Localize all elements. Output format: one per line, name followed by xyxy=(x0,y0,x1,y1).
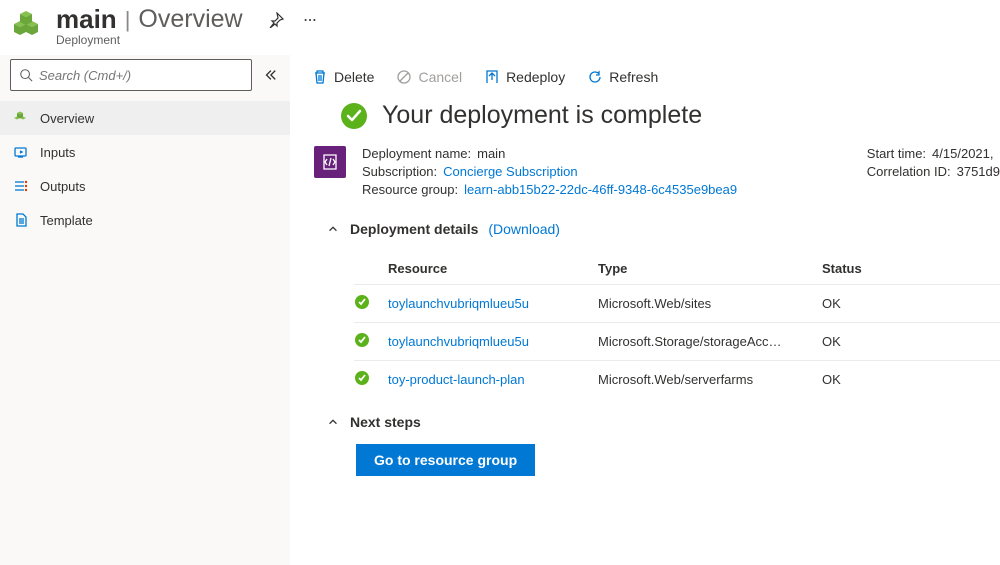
title-separator: | xyxy=(125,7,131,33)
page-subtitle: Deployment xyxy=(56,33,992,47)
sidebar-item-label: Outputs xyxy=(40,179,86,194)
success-check-icon xyxy=(340,102,368,130)
go-to-resource-group-button[interactable]: Go to resource group xyxy=(356,444,535,476)
refresh-button[interactable]: Refresh xyxy=(587,69,658,85)
collapse-sidebar-button[interactable] xyxy=(256,61,284,89)
template-icon xyxy=(12,211,30,229)
resource-link[interactable]: toylaunchvubriqmlueu5u xyxy=(388,296,598,311)
outputs-icon xyxy=(12,177,30,195)
page-title-main: main xyxy=(56,4,117,35)
resource-status: OK xyxy=(822,372,1000,387)
status-message: Your deployment is complete xyxy=(382,101,702,130)
sidebar-item-label: Template xyxy=(40,213,93,228)
cubes-icon xyxy=(12,109,30,127)
trash-icon xyxy=(312,69,328,85)
column-type: Type xyxy=(598,261,822,276)
correlation-label: Correlation ID: xyxy=(867,164,951,179)
deployment-meta: Deployment name: main Subscription: Conc… xyxy=(312,140,1000,215)
sidebar-item-inputs[interactable]: Inputs xyxy=(0,135,290,169)
page-title-block: main | Overview Deployment xyxy=(56,4,992,47)
collapse-toggle[interactable] xyxy=(326,415,340,429)
main-content: Delete Cancel Redeploy xyxy=(290,55,1000,565)
more-button[interactable] xyxy=(301,11,319,29)
starttime-value: 4/15/2021, xyxy=(932,146,993,161)
resource-status: OK xyxy=(822,296,1000,311)
arm-template-icon xyxy=(314,146,346,178)
resource-link[interactable]: toy-product-launch-plan xyxy=(388,372,598,387)
section-title: Deployment details xyxy=(350,221,478,237)
subscription-link[interactable]: Concierge Subscription xyxy=(443,164,577,179)
section-title: Next steps xyxy=(350,414,421,430)
command-bar: Delete Cancel Redeploy xyxy=(312,59,1000,101)
pin-button[interactable] xyxy=(267,11,285,29)
success-check-icon xyxy=(354,336,370,351)
sidebar-item-outputs[interactable]: Outputs xyxy=(0,169,290,203)
correlation-value: 3751d9 xyxy=(957,164,1000,179)
search-icon xyxy=(19,68,33,82)
resource-link[interactable]: toylaunchvubriqmlueu5u xyxy=(388,334,598,349)
delete-button[interactable]: Delete xyxy=(312,69,374,85)
cancel-icon xyxy=(396,69,412,85)
download-link[interactable]: (Download) xyxy=(488,221,560,237)
page-header: main | Overview Deployment xyxy=(0,0,1000,55)
deployment-name-value: main xyxy=(477,146,505,161)
resource-cubes-icon xyxy=(12,8,44,40)
table-row[interactable]: toylaunchvubriqmlueu5u Microsoft.Web/sit… xyxy=(354,284,1000,322)
table-row[interactable]: toylaunchvubriqmlueu5u Microsoft.Storage… xyxy=(354,322,1000,360)
resource-status: OK xyxy=(822,334,1000,349)
resource-type: Microsoft.Storage/storageAcc… xyxy=(598,334,822,349)
upload-icon xyxy=(484,69,500,85)
resource-type: Microsoft.Web/serverfarms xyxy=(598,372,822,387)
resourcegroup-link[interactable]: learn-abb15b22-22dc-46ff-9348-6c4535e9be… xyxy=(464,182,737,197)
column-status: Status xyxy=(822,261,1000,276)
sidebar-item-overview[interactable]: Overview xyxy=(0,101,290,135)
success-check-icon xyxy=(354,374,370,389)
resource-type: Microsoft.Web/sites xyxy=(598,296,822,311)
success-check-icon xyxy=(354,298,370,313)
collapse-toggle[interactable] xyxy=(326,222,340,236)
next-steps-section: Next steps Go to resource group xyxy=(312,408,1000,486)
resourcegroup-label: Resource group: xyxy=(362,182,458,197)
search-input[interactable] xyxy=(39,68,243,83)
resources-table: Resource Type Status toylaunchvubriqmlue… xyxy=(354,253,1000,398)
sidebar-item-label: Inputs xyxy=(40,145,75,160)
redeploy-button[interactable]: Redeploy xyxy=(484,69,565,85)
cancel-button: Cancel xyxy=(396,69,462,85)
sidebar-item-template[interactable]: Template xyxy=(0,203,290,237)
page-title-sub: Overview xyxy=(138,5,242,34)
subscription-label: Subscription: xyxy=(362,164,437,179)
sidebar: Overview Inputs Outputs Template xyxy=(0,55,290,565)
deployment-details-section: Deployment details (Download) Resource T… xyxy=(312,215,1000,408)
refresh-icon xyxy=(587,69,603,85)
starttime-label: Start time: xyxy=(867,146,926,161)
search-input-wrapper[interactable] xyxy=(10,59,252,91)
column-resource: Resource xyxy=(388,261,598,276)
inputs-icon xyxy=(12,143,30,161)
table-row[interactable]: toy-product-launch-plan Microsoft.Web/se… xyxy=(354,360,1000,398)
sidebar-item-label: Overview xyxy=(40,111,94,126)
status-banner: Your deployment is complete xyxy=(312,101,1000,140)
deployment-name-label: Deployment name: xyxy=(362,146,471,161)
